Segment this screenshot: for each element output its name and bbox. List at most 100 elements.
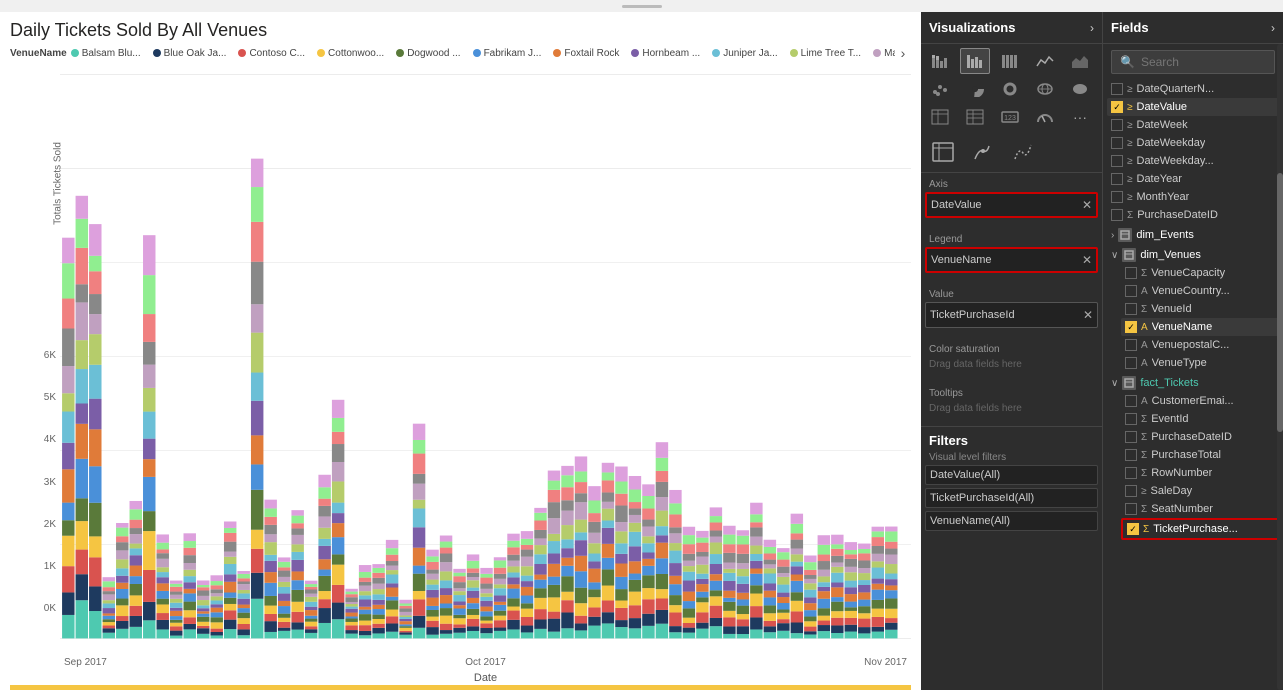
field-name-CustomerEmai: CustomerEmai... — [1152, 395, 1234, 407]
field-DateYear[interactable]: ≥ DateYear — [1107, 170, 1279, 188]
fields-expand[interactable]: › — [1271, 21, 1275, 35]
checkbox-RowNumber[interactable] — [1125, 467, 1137, 479]
legend-next-arrow[interactable]: › — [895, 45, 911, 61]
filled-map-icon[interactable] — [1065, 76, 1095, 102]
visualizations-expand[interactable]: › — [1090, 21, 1094, 35]
field-SaleDay[interactable]: ≥ SaleDay — [1121, 482, 1279, 500]
checkbox-EventId[interactable] — [1125, 413, 1137, 425]
field-DateWeekday[interactable]: ≥ DateWeekday — [1107, 134, 1279, 152]
checkbox-MonthYear[interactable] — [1111, 191, 1123, 203]
section-fact-tickets[interactable]: ∨ fact_Tickets — [1107, 372, 1279, 392]
checkbox-PurchaseTotal[interactable] — [1125, 449, 1137, 461]
field-CustomerEmai[interactable]: A CustomerEmai... — [1121, 392, 1279, 410]
checkbox-DateQuarterN[interactable] — [1111, 83, 1123, 95]
search-field[interactable]: 🔍 — [1111, 50, 1275, 74]
checkbox-VenueType[interactable] — [1125, 357, 1137, 369]
field-VenueCountry[interactable]: A VenueCountry... — [1121, 282, 1279, 300]
y-axis-label: Totals Tickets Sold — [53, 124, 64, 244]
checkbox-VenuepostalC[interactable] — [1125, 339, 1137, 351]
checkbox-DateYear[interactable] — [1111, 173, 1123, 185]
field-MonthYear[interactable]: ≥ MonthYear — [1107, 188, 1279, 206]
scatter-icon[interactable] — [925, 76, 955, 102]
legend-item: Cottonwoo... — [317, 48, 384, 59]
search-input[interactable] — [1141, 55, 1283, 69]
gauge-icon[interactable] — [1030, 104, 1060, 130]
checkbox-SaleDay[interactable] — [1125, 485, 1137, 497]
field-VenueName[interactable]: A VenueName — [1121, 318, 1279, 336]
field-name-DateWeek: DateWeek — [1137, 119, 1188, 131]
fields-scrollbar[interactable] — [1277, 44, 1283, 690]
field-name-DateValue: DateValue — [1137, 101, 1188, 113]
field-DateWeek[interactable]: ≥ DateWeek — [1107, 116, 1279, 134]
matrix-icon[interactable] — [960, 104, 990, 130]
field-EventId[interactable]: Σ EventId — [1121, 410, 1279, 428]
field-DateQuarterN[interactable]: ≥ DateQuarterN... — [1107, 80, 1279, 98]
checkbox-TicketPurchase[interactable] — [1127, 523, 1139, 535]
bar-chart-icon[interactable] — [960, 48, 990, 74]
legend-zone[interactable]: VenueName ✕ — [925, 247, 1098, 273]
chart-svg — [60, 63, 911, 652]
card-icon[interactable]: 123 — [995, 104, 1025, 130]
tooltips-placeholder: Drag data fields here — [925, 401, 1098, 416]
checkbox-DateValue[interactable] — [1111, 101, 1123, 113]
axis-zone[interactable]: DateValue ✕ — [925, 192, 1098, 218]
fields-list: ≥ DateQuarterN... ≥ DateValue ≥ DateWeek — [1103, 80, 1283, 690]
filter-item-0[interactable]: DateValue(All) — [925, 465, 1098, 485]
field-VenueId[interactable]: Σ VenueId — [1121, 300, 1279, 318]
stacked-bar-icon[interactable] — [925, 48, 955, 74]
checkbox-VenueName[interactable] — [1125, 321, 1137, 333]
field-VenuepostalC[interactable]: A VenuepostalC... — [1121, 336, 1279, 354]
more-icon[interactable]: ··· — [1065, 104, 1095, 130]
fields-scrollbar-thumb[interactable] — [1277, 173, 1283, 431]
field-TicketPurchase[interactable]: Σ TicketPurchase... — [1121, 518, 1279, 540]
checkbox-CustomerEmai[interactable] — [1125, 395, 1137, 407]
field-PurchaseDateID[interactable]: Σ PurchaseDateID — [1107, 206, 1279, 224]
checkbox-PurchaseDateID[interactable] — [1111, 209, 1123, 221]
fields-tab-btn[interactable] — [925, 136, 961, 168]
legend-clear-btn[interactable]: ✕ — [1082, 253, 1092, 267]
checkbox-DateWeekday2[interactable] — [1111, 155, 1123, 167]
field-name-DateWeekday: DateWeekday — [1137, 137, 1206, 149]
section-dim-venues[interactable]: ∨ dim_Venues — [1107, 244, 1279, 264]
pie-icon[interactable] — [960, 76, 990, 102]
field-RowNumber[interactable]: Σ RowNumber — [1121, 464, 1279, 482]
checkbox-SeatNumber[interactable] — [1125, 503, 1137, 515]
checkbox-VenueCapacity[interactable] — [1125, 267, 1137, 279]
field-name-VenueId: VenueId — [1151, 303, 1191, 315]
map-icon[interactable] — [1030, 76, 1060, 102]
field-SeatNumber[interactable]: Σ SeatNumber — [1121, 500, 1279, 518]
value-zone[interactable]: TicketPurchaseId ✕ — [925, 302, 1098, 328]
line-chart-icon[interactable] — [1030, 48, 1060, 74]
dim-venues-chevron: ∨ — [1111, 250, 1118, 261]
text-icon-CustomerEmai: A — [1141, 396, 1148, 407]
checkbox-DateWeekday[interactable] — [1111, 137, 1123, 149]
field-DateValue[interactable]: ≥ DateValue — [1107, 98, 1279, 116]
y-tick-4k: 4K — [44, 434, 56, 445]
filter-item-2[interactable]: VenueName(All) — [925, 511, 1098, 531]
field-DateWeekday2[interactable]: ≥ DateWeekday... — [1107, 152, 1279, 170]
checkbox-VenueId[interactable] — [1125, 303, 1137, 315]
bar-100-icon[interactable] — [995, 48, 1025, 74]
value-clear-btn[interactable]: ✕ — [1083, 308, 1093, 322]
y-tick-3k: 3K — [44, 477, 56, 488]
area-chart-icon[interactable] — [1065, 48, 1095, 74]
donut-icon[interactable] — [995, 76, 1025, 102]
chart-area: Daily Tickets Sold By All Venues VenueNa… — [0, 12, 921, 690]
axis-clear-btn[interactable]: ✕ — [1082, 198, 1092, 212]
scroll-indicator[interactable] — [10, 685, 911, 690]
checkbox-DateWeek[interactable] — [1111, 119, 1123, 131]
field-VenueType[interactable]: A VenueType — [1121, 354, 1279, 372]
field-PurchaseTotal[interactable]: Σ PurchaseTotal — [1121, 446, 1279, 464]
format-tab-btn[interactable] — [965, 136, 1001, 168]
filter-item-1[interactable]: TicketPurchaseId(All) — [925, 488, 1098, 508]
table-icon[interactable] — [925, 104, 955, 130]
field-PurchaseDateID2[interactable]: Σ PurchaseDateID — [1121, 428, 1279, 446]
field-name-RowNumber: RowNumber — [1151, 467, 1212, 479]
field-VenueCapacity[interactable]: Σ VenueCapacity — [1121, 264, 1279, 282]
section-dim-events[interactable]: › dim_Events — [1107, 224, 1279, 244]
tooltips-label: Tooltips — [925, 386, 1098, 401]
analytics-tab-btn[interactable] — [1005, 136, 1041, 168]
checkbox-VenueCountry[interactable] — [1125, 285, 1137, 297]
checkbox-PurchaseDateID2[interactable] — [1125, 431, 1137, 443]
resize-handle[interactable] — [622, 5, 662, 8]
